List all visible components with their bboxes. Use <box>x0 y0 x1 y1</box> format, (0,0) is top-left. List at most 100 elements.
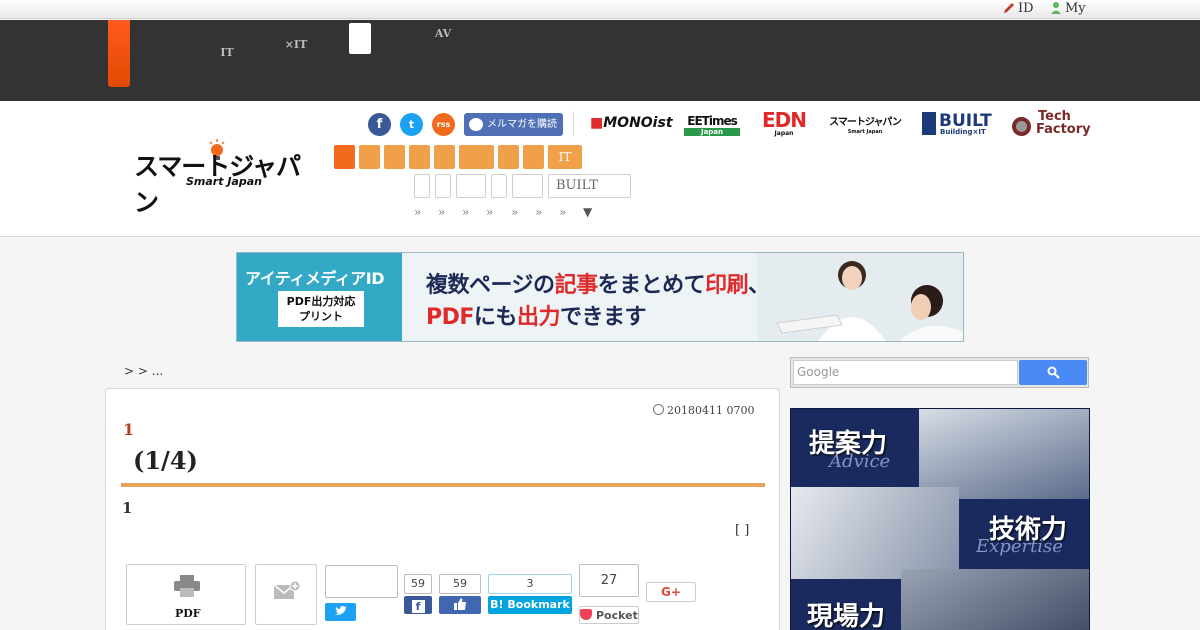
twitter-icon[interactable]: t <box>400 113 423 136</box>
brand-eetimes-sub: Japan <box>684 128 740 136</box>
ad-word-3: 現場力 <box>807 602 886 630</box>
breadcrumb[interactable]: > > ... <box>124 364 163 378</box>
banner-photo <box>757 253 963 341</box>
user-icon <box>1051 2 1061 14</box>
like-button[interactable] <box>439 596 481 614</box>
brand-smartjapan-label: スマートジャパン <box>829 117 902 128</box>
google-search-box: Google <box>790 357 1089 388</box>
sub-category-built[interactable]: BUILT <box>548 174 631 198</box>
header-divider <box>573 111 574 137</box>
hatena-bookmark-label: Bookmark <box>507 598 570 611</box>
clock-icon <box>653 404 664 415</box>
banner-left-panel: アイティメディアID PDF出力対応 プリント <box>237 253 402 341</box>
article-kicker: 1 <box>123 420 135 439</box>
twitter-share-button[interactable] <box>325 603 356 621</box>
my-label: My <box>1065 1 1086 16</box>
banner-text-segment: にも <box>473 305 518 330</box>
banner-badge: PDF出力対応 プリント <box>278 291 364 327</box>
thumbs-up-icon <box>454 598 466 610</box>
brand-edn[interactable]: EDN Japan <box>761 110 807 137</box>
category-tab-1[interactable] <box>334 145 355 169</box>
category-tab-it[interactable]: IT <box>548 145 582 169</box>
subnav-link-7[interactable]: » <box>559 205 566 219</box>
mail-share-button[interactable] <box>255 564 317 625</box>
banner-headline-1: 複数ページの記事をまとめて印刷、 <box>426 267 770 299</box>
category-tab-7[interactable] <box>498 145 519 169</box>
pocket-label: Pocket <box>595 609 638 622</box>
ad-sub-1: Advice <box>829 451 891 472</box>
subnav-link-4[interactable]: » <box>486 205 493 219</box>
pocket-count: 27 <box>579 564 639 597</box>
subnav-link-1[interactable]: » <box>414 205 421 219</box>
facebook-icon: f <box>411 600 425 613</box>
sub-category-2[interactable] <box>435 174 451 198</box>
search-input[interactable]: Google <box>793 360 1018 385</box>
category-tab-5[interactable] <box>434 145 455 169</box>
facebook-icon[interactable]: f <box>368 113 391 136</box>
brand-techfactory[interactable]: Tech Factory <box>1012 109 1091 137</box>
nav-active-tab[interactable] <box>108 20 130 87</box>
id-link[interactable]: ID <box>1003 1 1034 16</box>
nav-item-1[interactable]: IT <box>219 28 235 58</box>
mail-icon <box>469 118 483 131</box>
banner-text-highlight: 出力 <box>516 305 561 330</box>
sidebar-ad[interactable]: 提案力 Advice 技術力 Expertise 現場力 <box>790 408 1090 630</box>
sub-category-4[interactable] <box>491 174 507 198</box>
mail-add-icon <box>274 581 300 599</box>
ad-solar-photo <box>919 409 1089 499</box>
author-bracket[interactable]: [ ] <box>735 523 749 538</box>
nav-item-1-line2: IT <box>220 46 234 59</box>
facebook-share-button[interactable]: f <box>404 596 432 614</box>
title-rule <box>121 483 765 487</box>
banner-text-segment: できます <box>559 305 647 330</box>
newsletter-button[interactable]: メルマガを購読 <box>464 113 563 136</box>
search-icon <box>1047 366 1060 379</box>
brand-smartjapan-sub: Smart Japan <box>847 129 883 135</box>
category-tab-8[interactable] <box>523 145 544 169</box>
sub-category-5[interactable] <box>512 174 543 198</box>
banner-badge-line2: プリント <box>299 310 343 323</box>
nav-item-3[interactable]: AV <box>433 28 453 50</box>
pocket-button[interactable]: Pocket <box>579 606 639 624</box>
category-tab-3[interactable] <box>384 145 405 169</box>
print-pdf-button[interactable]: PDF <box>126 564 246 625</box>
nav-item-3-line2 <box>433 39 453 50</box>
category-tab-2[interactable] <box>359 145 380 169</box>
pencil-icon <box>1004 3 1014 13</box>
subnav-link-5[interactable]: » <box>511 205 518 219</box>
search-button[interactable] <box>1019 360 1087 385</box>
brand-smartjapan[interactable]: スマートジャパン Smart Japan <box>823 117 907 135</box>
sub-category-built-label: BUILT <box>556 178 598 193</box>
brand-monoist[interactable]: ■MONOist <box>590 115 673 131</box>
sub-category-3[interactable] <box>456 174 486 198</box>
pocket-icon <box>580 609 593 620</box>
category-tab-6[interactable] <box>459 145 494 169</box>
brand-built-sub: Building×IT <box>940 128 986 136</box>
site-logo[interactable]: スマートジャパン Smart Japan <box>134 139 309 217</box>
brand-eetimes[interactable]: EETimes Japan <box>684 114 740 136</box>
nav-item-2[interactable]: ×IT <box>283 28 309 50</box>
subnav-link-6[interactable]: » <box>535 205 542 219</box>
banner-title: アイティメディアID <box>245 269 385 288</box>
banner-badge-line1: PDF出力対応 <box>286 295 356 308</box>
nav-item-highlight[interactable] <box>349 23 371 54</box>
logo-text-en: Smart Japan <box>186 175 262 188</box>
google-plus-button[interactable]: G+ <box>646 582 696 602</box>
category-tab-4[interactable] <box>409 145 430 169</box>
brand-monoist-mark: ■ <box>590 115 604 131</box>
hatena-icon: B! <box>490 598 504 611</box>
id-label: ID <box>1018 1 1034 16</box>
subnav-link-3[interactable]: » <box>462 205 469 219</box>
pdf-label: PDF <box>175 607 201 620</box>
subnav-more-toggle[interactable]: ▼ <box>583 205 592 219</box>
my-link[interactable]: My <box>1050 1 1086 16</box>
like-count: 59 <box>439 574 481 594</box>
nav-item-3-line1: AV <box>434 27 452 40</box>
subnav-link-2[interactable]: » <box>438 205 445 219</box>
hatena-bookmark-button[interactable]: B! Bookmark <box>488 596 572 614</box>
banner-headline-2: PDFにも出力できます <box>426 299 646 331</box>
promo-banner[interactable]: アイティメディアID PDF出力対応 プリント 複数ページの記事をまとめて印刷、… <box>236 252 964 342</box>
twitter-glyph: t <box>408 118 415 131</box>
rss-icon[interactable]: rss <box>432 113 455 136</box>
sub-category-1[interactable] <box>414 174 430 198</box>
